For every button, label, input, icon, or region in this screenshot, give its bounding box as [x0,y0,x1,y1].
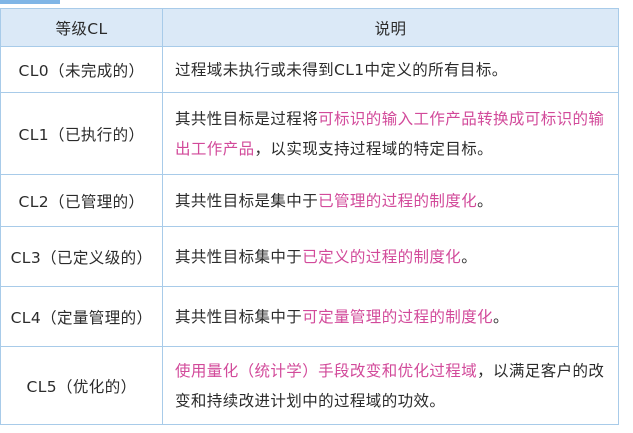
description-cell: 其共性目标是集中于已管理的过程的制度化。 [162,174,619,227]
header-description: 说明 [162,8,619,47]
table-row: CL1（已执行的） 其共性目标是过程将可标识的输入工作产品转换成可标识的输出工作… [0,92,619,175]
capability-level-table: 等级CL 说明 CL0（未完成的） 过程域未执行或未得到CL1中定义的所有目标。… [0,8,619,425]
table-row: CL5（优化的） 使用量化（统计学）手段改变和优化过程域，以满足客户的改变和持续… [0,346,619,425]
description-text: 其共性目标是集中于 [175,191,319,210]
level-cell: CL1（已执行的） [0,92,163,175]
description-text: 其共性目标集中于 [175,247,303,266]
level-cell: CL3（已定义级的） [0,226,163,287]
description-cell: 其共性目标是过程将可标识的输入工作产品转换成可标识的输出工作产品，以实现支持过程… [162,92,619,175]
level-cell: CL0（未完成的） [0,46,163,93]
description-cell: 其共性目标集中于已定义的过程的制度化。 [162,226,619,287]
description-text: 其共性目标是过程将 [175,109,319,128]
description-text: ，以实现支持过程域的特定目标。 [254,139,494,158]
table-row: CL4（定量管理的） 其共性目标集中于可定量管理的过程的制度化。 [0,286,619,347]
highlighted-text: 已管理的过程的制度化 [318,191,478,210]
description-text: 。 [493,307,509,326]
level-cell: CL2（已管理的） [0,174,163,227]
description-text: 。 [477,191,494,210]
description-text: 其共性目标集中于 [175,307,303,326]
table-row: CL0（未完成的） 过程域未执行或未得到CL1中定义的所有目标。 [0,46,619,93]
description-cell: 其共性目标集中于可定量管理的过程的制度化。 [162,286,619,347]
header-level: 等级CL [0,8,163,47]
table-header-row: 等级CL 说明 [0,8,619,47]
description-cell: 使用量化（统计学）手段改变和优化过程域，以满足客户的改变和持续改进计划中的过程域… [162,346,619,425]
highlighted-text: 已定义的过程的制度化 [302,247,462,266]
top-accent-bar [0,0,60,4]
level-cell: CL4（定量管理的） [0,286,163,347]
description-cell: 过程域未执行或未得到CL1中定义的所有目标。 [162,46,619,93]
description-text: 。 [461,247,478,266]
level-cell: CL5（优化的） [0,346,163,425]
description-text: 过程域未执行或未得到CL1中定义的所有目标。 [175,60,508,79]
slide: 等级CL 说明 CL0（未完成的） 过程域未执行或未得到CL1中定义的所有目标。… [0,0,633,433]
table-row: CL3（已定义级的） 其共性目标集中于已定义的过程的制度化。 [0,226,619,287]
highlighted-text: 可定量管理的过程的制度化 [302,307,494,326]
table-row: CL2（已管理的） 其共性目标是集中于已管理的过程的制度化。 [0,174,619,227]
highlighted-text: 使用量化（统计学）手段改变和优化过程域 [175,361,478,380]
